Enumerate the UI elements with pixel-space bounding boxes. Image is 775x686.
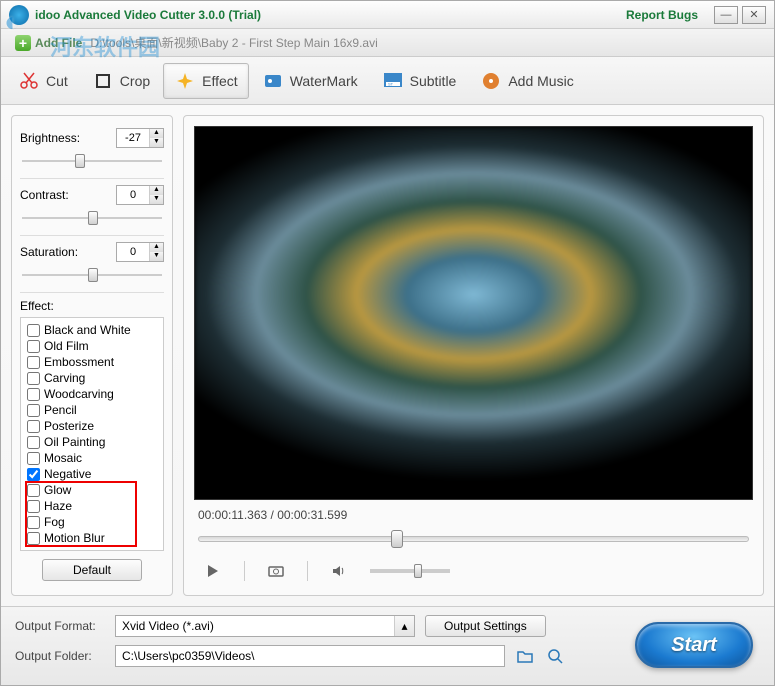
- contrast-spinner[interactable]: ▲▼: [116, 185, 164, 205]
- crop-icon: [92, 70, 114, 92]
- effect-item[interactable]: Woodcarving: [27, 386, 157, 402]
- volume-icon[interactable]: [328, 562, 350, 580]
- effect-checkbox[interactable]: [27, 532, 40, 545]
- music-icon: [480, 70, 502, 92]
- effect-item-label: Oil Painting: [44, 435, 105, 449]
- effect-checkbox[interactable]: [27, 436, 40, 449]
- subtitle-icon: ST: [382, 70, 404, 92]
- effect-item-label: Posterize: [44, 419, 94, 433]
- add-file-icon[interactable]: +: [15, 35, 31, 51]
- effect-item[interactable]: Old Film: [27, 338, 157, 354]
- effect-checkbox[interactable]: [27, 452, 40, 465]
- effect-item-label: Motion Blur: [44, 531, 105, 545]
- effect-item-label: Haze: [44, 499, 72, 513]
- output-folder-field[interactable]: C:\Users\pc0359\Videos\: [115, 645, 505, 667]
- sparkle-icon: [174, 70, 196, 92]
- effect-item-label: Woodcarving: [44, 387, 114, 401]
- brightness-slider[interactable]: [22, 152, 162, 170]
- tab-cut[interactable]: Cut: [7, 63, 79, 99]
- brightness-label: Brightness:: [20, 131, 116, 145]
- volume-slider[interactable]: [370, 569, 450, 573]
- effect-item-label: Embossment: [44, 355, 114, 369]
- default-button[interactable]: Default: [42, 559, 142, 581]
- effect-item-label: Old Film: [44, 339, 89, 353]
- effect-item[interactable]: Negative: [27, 466, 157, 482]
- effect-item-label: Carving: [44, 371, 85, 385]
- app-logo-icon: [9, 5, 29, 25]
- effect-checkbox[interactable]: [27, 468, 40, 481]
- video-preview: [194, 126, 753, 500]
- minimize-button[interactable]: —: [714, 6, 738, 24]
- play-button[interactable]: [202, 562, 224, 580]
- spinner-up-icon[interactable]: ▲: [150, 129, 163, 138]
- tab-addmusic[interactable]: Add Music: [469, 63, 584, 99]
- preview-panel: 00:00:11.363 / 00:00:31.599: [183, 115, 764, 596]
- output-settings-button[interactable]: Output Settings: [425, 615, 546, 637]
- effect-item[interactable]: Oil Painting: [27, 434, 157, 450]
- spinner-down-icon[interactable]: ▼: [150, 138, 163, 147]
- effect-item-label: Black and White: [44, 323, 131, 337]
- titlebar: idoo Advanced Video Cutter 3.0.0 (Trial)…: [1, 1, 774, 29]
- start-button[interactable]: Start: [635, 622, 753, 668]
- output-format-label: Output Format:: [15, 619, 105, 633]
- scissors-icon: [18, 70, 40, 92]
- effect-item[interactable]: Fog: [27, 514, 157, 530]
- window-title: idoo Advanced Video Cutter 3.0.0 (Trial): [35, 8, 626, 22]
- contrast-label: Contrast:: [20, 188, 116, 202]
- effect-checkbox[interactable]: [27, 404, 40, 417]
- effect-checkbox[interactable]: [27, 516, 40, 529]
- effect-item[interactable]: Pencil: [27, 402, 157, 418]
- time-display: 00:00:11.363 / 00:00:31.599: [194, 506, 753, 524]
- effect-checkbox[interactable]: [27, 484, 40, 497]
- file-path: D:\tools\桌面\新视频\Baby 2 - First Step Main…: [90, 34, 377, 51]
- output-format-combo[interactable]: Xvid Video (*.avi)▴: [115, 615, 415, 637]
- tab-effect[interactable]: Effect: [163, 63, 249, 99]
- effect-item[interactable]: Black and White: [27, 322, 157, 338]
- effect-checkbox[interactable]: [27, 500, 40, 513]
- effect-item[interactable]: Mosaic: [27, 450, 157, 466]
- contrast-slider[interactable]: [22, 209, 162, 227]
- effect-list: Black and White Old Film Embossment Carving…: [20, 317, 164, 551]
- effect-item[interactable]: Carving: [27, 370, 157, 386]
- effect-item-label: Fog: [44, 515, 65, 529]
- effect-panel: Brightness: ▲▼ Contrast: ▲▼ Saturation: …: [11, 115, 173, 596]
- effect-item-label: Glow: [44, 483, 71, 497]
- chevron-up-icon[interactable]: ▴: [394, 616, 414, 636]
- effect-checkbox[interactable]: [27, 324, 40, 337]
- addfile-bar: + Add File D:\tools\桌面\新视频\Baby 2 - Firs…: [1, 29, 774, 57]
- effect-item[interactable]: Posterize: [27, 418, 157, 434]
- effect-checkbox[interactable]: [27, 388, 40, 401]
- effect-item[interactable]: Glow: [27, 482, 157, 498]
- tab-watermark[interactable]: WaterMark: [251, 63, 369, 99]
- effect-item[interactable]: Haze: [27, 498, 157, 514]
- brightness-spinner[interactable]: ▲▼: [116, 128, 164, 148]
- effect-item-label: Negative: [44, 467, 91, 481]
- toolbar: Cut Crop Effect WaterMark STSubtitle Add…: [1, 57, 774, 105]
- folder-browse-icon[interactable]: [515, 646, 535, 666]
- effect-item[interactable]: Embossment: [27, 354, 157, 370]
- effect-label: Effect:: [20, 299, 164, 313]
- search-folder-icon[interactable]: [545, 646, 565, 666]
- tab-crop[interactable]: Crop: [81, 63, 161, 99]
- effect-item-label: Pencil: [44, 403, 77, 417]
- seek-slider[interactable]: [198, 529, 749, 549]
- saturation-label: Saturation:: [20, 245, 116, 259]
- close-button[interactable]: ✕: [742, 6, 766, 24]
- effect-checkbox[interactable]: [27, 420, 40, 433]
- report-bugs-link[interactable]: Report Bugs: [626, 8, 698, 22]
- output-folder-label: Output Folder:: [15, 649, 105, 663]
- watermark-icon: [262, 70, 284, 92]
- add-file-button[interactable]: Add File: [35, 36, 82, 50]
- saturation-spinner[interactable]: ▲▼: [116, 242, 164, 262]
- effect-checkbox[interactable]: [27, 372, 40, 385]
- effect-item-label: Mosaic: [44, 451, 82, 465]
- tab-subtitle[interactable]: STSubtitle: [371, 63, 468, 99]
- svg-text:ST: ST: [388, 81, 394, 86]
- effect-checkbox[interactable]: [27, 340, 40, 353]
- saturation-slider[interactable]: [22, 266, 162, 284]
- effect-item[interactable]: Motion Blur: [27, 530, 157, 546]
- effect-checkbox[interactable]: [27, 356, 40, 369]
- snapshot-button[interactable]: [265, 562, 287, 580]
